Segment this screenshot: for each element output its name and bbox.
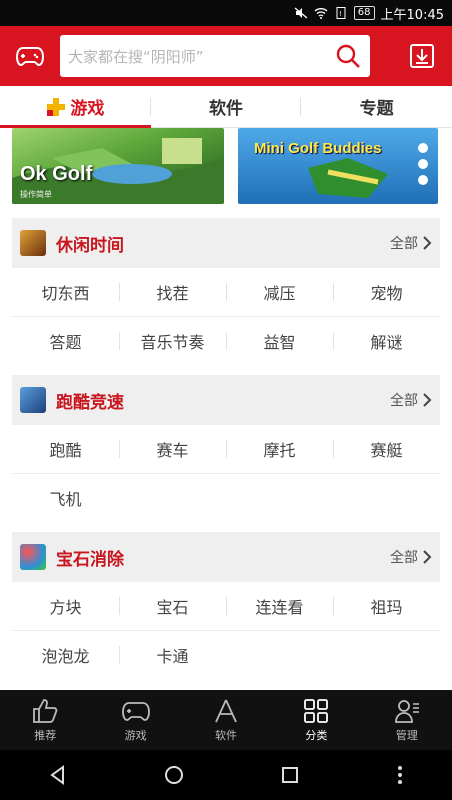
plus-badge-icon: [47, 97, 66, 116]
mute-icon: [294, 7, 308, 19]
tag-item[interactable]: 赛艇: [333, 425, 440, 473]
tag-item[interactable]: 卡通: [119, 631, 226, 679]
gamepad-icon: [121, 701, 150, 721]
gamepad-icon[interactable]: [12, 38, 48, 74]
view-all-link[interactable]: 全部: [390, 547, 432, 567]
recents-icon[interactable]: [279, 764, 301, 786]
category-list: 休闲时间 全部 切东西 找茬 减压 宠物 答题 音乐节奏 益智 解谜 跑酷竞速 …: [0, 208, 452, 690]
nav-recommend[interactable]: 推荐: [0, 690, 90, 750]
section-header[interactable]: 休闲时间 全部: [12, 218, 440, 268]
tag-item[interactable]: 飞机: [12, 474, 119, 522]
nav-label: 管理: [395, 728, 418, 742]
thumbs-up-icon: [33, 698, 58, 723]
tag-item[interactable]: 赛车: [119, 425, 226, 473]
category-gem-match: 宝石消除 全部 方块 宝石 连连看 祖玛 泡泡龙 卡通: [12, 532, 440, 679]
section-title: 休闲时间: [56, 235, 124, 256]
tab-software[interactable]: 软件: [151, 86, 302, 127]
bottom-nav: 推荐 游戏 软件 分类 管理: [0, 690, 452, 750]
wifi-icon: [314, 8, 328, 19]
tag-item[interactable]: 答题: [12, 317, 119, 365]
banner-ok-golf[interactable]: Ok Golf 操作简单: [12, 128, 224, 204]
tag-item[interactable]: 找茬: [119, 268, 226, 316]
banner-mini-golf[interactable]: Mini Golf Buddies: [238, 128, 438, 204]
tab-label: 软件: [209, 99, 243, 119]
banner-carousel: Ok Golf 操作简单 Mini Golf Buddies: [0, 128, 452, 208]
tag-item[interactable]: 宠物: [333, 268, 440, 316]
nav-label: 软件: [215, 728, 238, 742]
tag-item[interactable]: 音乐节奏: [119, 317, 226, 365]
tag-item[interactable]: 祖玛: [333, 582, 440, 630]
racing-category-icon: [20, 387, 46, 413]
more-vertical-icon[interactable]: [395, 764, 405, 786]
tab-games[interactable]: 游戏: [0, 86, 151, 128]
tag-item[interactable]: 宝石: [119, 582, 226, 630]
view-all-link[interactable]: 全部: [390, 233, 432, 253]
section-header[interactable]: 跑酷竞速 全部: [12, 375, 440, 425]
tag-item[interactable]: 切东西: [12, 268, 119, 316]
nav-games[interactable]: 游戏: [90, 690, 180, 750]
category-casual: 休闲时间 全部 切东西 找茬 减压 宠物 答题 音乐节奏 益智 解谜: [12, 218, 440, 365]
chevron-right-icon: [423, 236, 432, 250]
tag-item[interactable]: 方块: [12, 582, 119, 630]
gem-category-icon: [20, 544, 46, 570]
tag-item[interactable]: 跑酷: [12, 425, 119, 473]
banner-caption: 操作简单: [20, 190, 52, 199]
download-icon[interactable]: [404, 38, 440, 74]
nav-label: 游戏: [124, 728, 147, 742]
chevron-right-icon: [423, 393, 432, 407]
app-store-icon: [215, 699, 237, 722]
back-icon[interactable]: [47, 764, 69, 786]
banner-title: Mini Golf Buddies: [254, 140, 382, 157]
casual-category-icon: [20, 230, 46, 256]
nav-label: 分类: [305, 728, 328, 742]
top-tabs: 游戏 软件 专题: [0, 86, 452, 128]
nav-manage[interactable]: 管理: [362, 690, 452, 750]
nav-category[interactable]: 分类: [271, 690, 361, 750]
nav-label: 推荐: [34, 728, 57, 742]
tag-item[interactable]: 连连看: [226, 582, 333, 630]
search-input[interactable]: 大家都在搜“阴阳师”: [60, 35, 370, 77]
tag-item[interactable]: 益智: [226, 317, 333, 365]
tag-item[interactable]: 解谜: [333, 317, 440, 365]
chevron-right-icon: [423, 550, 432, 564]
status-bar: ! 68 上午10:45: [0, 0, 452, 26]
system-nav-bar: [0, 750, 452, 800]
grid-icon: [304, 698, 329, 723]
category-racing: 跑酷竞速 全部 跑酷 赛车 摩托 赛艇 飞机: [12, 375, 440, 522]
tab-label: 专题: [359, 99, 394, 119]
search-icon[interactable]: [334, 42, 362, 70]
nav-software[interactable]: 软件: [181, 690, 271, 750]
sim-icon: !: [336, 7, 346, 19]
banner-title: Ok Golf: [20, 163, 93, 185]
clock: 上午10:45: [380, 7, 444, 23]
section-header[interactable]: 宝石消除 全部: [12, 532, 440, 582]
search-placeholder: 大家都在搜“阴阳师”: [68, 47, 204, 66]
app-header: 大家都在搜“阴阳师”: [0, 26, 452, 86]
tab-label: 游戏: [70, 99, 105, 119]
svg-text:!: !: [339, 10, 342, 18]
tag-item[interactable]: 摩托: [226, 425, 333, 473]
tag-item[interactable]: 泡泡龙: [12, 631, 119, 679]
section-title: 宝石消除: [56, 549, 124, 570]
user-manage-icon: [394, 699, 419, 723]
tag-item[interactable]: 减压: [226, 268, 333, 316]
tab-topics[interactable]: 专题: [301, 86, 452, 127]
battery-indicator: 68: [353, 6, 375, 20]
view-all-link[interactable]: 全部: [390, 390, 432, 410]
section-title: 跑酷竞速: [56, 392, 124, 413]
home-icon[interactable]: [163, 764, 185, 786]
